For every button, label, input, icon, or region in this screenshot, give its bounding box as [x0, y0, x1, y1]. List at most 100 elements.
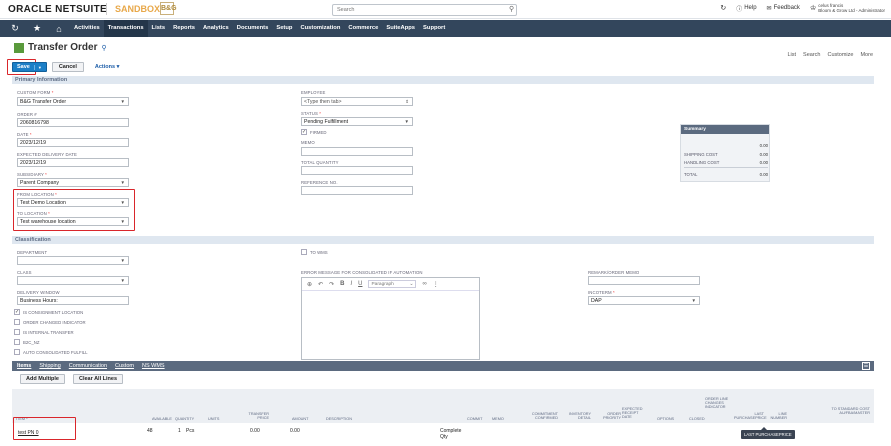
global-search-input[interactable]	[332, 4, 517, 16]
col-memo[interactable]: MEMO	[492, 417, 504, 421]
col-description[interactable]: DESCRIPTION	[326, 417, 352, 421]
list-arrow-icon[interactable]: ⇕	[405, 99, 409, 105]
save-button[interactable]: Save ▼	[12, 62, 47, 72]
row-amount[interactable]: 0.00	[290, 428, 300, 434]
search-record-icon[interactable]: ⚲	[101, 44, 106, 52]
favorites-star-icon[interactable]: ★	[30, 23, 44, 34]
feedback-link[interactable]: ✉ Feedback	[767, 5, 800, 12]
tab-items[interactable]: Items	[17, 363, 31, 369]
netsuite-logo[interactable]: ORACLE NETSUITE	[8, 4, 107, 15]
col-transfer-price[interactable]: TRANSFER PRICE	[245, 412, 269, 420]
col-expected-receipt-date[interactable]: EXPECTED RECEIPT DATE	[622, 407, 644, 420]
col-quantity[interactable]: QUANTITY	[175, 417, 194, 421]
collapse-icon[interactable]: ☰	[862, 362, 870, 370]
incoterm-select[interactable]: DAP ▼	[588, 296, 700, 305]
col-order-priority[interactable]: ORDER PRIORITY	[597, 412, 621, 420]
col-order-line-changes[interactable]: ORDER LINE CHANGES INDICATOR	[705, 397, 729, 410]
to-location-select[interactable]: Test warehouse location ▼	[17, 217, 129, 226]
cancel-button[interactable]: Cancel	[51, 62, 84, 72]
col-commitment-confirmed[interactable]: COMMITMENT CONFIRMED	[522, 412, 558, 420]
row-transfer-price[interactable]: 0.00	[250, 428, 260, 434]
status-select[interactable]: Pending Fulfillment ▼	[301, 117, 413, 126]
add-multiple-button[interactable]: Add Multiple	[20, 374, 65, 384]
row-item[interactable]: test PN 0	[18, 430, 39, 436]
col-closed[interactable]: CLOSED	[689, 417, 705, 421]
format-icon[interactable]: ⊕	[307, 281, 312, 288]
customize-link[interactable]: Customize	[827, 52, 853, 58]
nav-suiteapps[interactable]: SuiteApps	[382, 20, 419, 37]
auto-consolidated-checkbox[interactable]	[14, 349, 20, 355]
row-commit[interactable]: Complete Qty	[440, 428, 462, 440]
nav-activities[interactable]: Activities	[70, 20, 104, 37]
col-inventory-detail[interactable]: INVENTORY DETAIL	[565, 412, 591, 420]
col-line-number[interactable]: LINE NUMBER	[767, 412, 787, 420]
department-select[interactable]: ▼	[17, 256, 129, 265]
nav-reports[interactable]: Reports	[169, 20, 199, 37]
underline-icon[interactable]: U	[358, 281, 362, 287]
nav-customization[interactable]: Customization	[296, 20, 344, 37]
tab-custom[interactable]: Custom	[115, 363, 134, 369]
from-location-select[interactable]: Test Demo Location ▼	[17, 198, 129, 207]
col-options[interactable]: OPTIONS	[657, 417, 674, 421]
internal-transfer-checkbox[interactable]	[14, 329, 20, 335]
total-quantity-input[interactable]	[301, 166, 413, 175]
redo-icon[interactable]: ↷	[329, 281, 334, 288]
expected-delivery-input[interactable]: 2023/12/19	[17, 158, 129, 167]
link-icon[interactable]: ∞	[422, 281, 426, 287]
user-menu[interactable]: ♔ celus francis Bloom & Grow Ltd - Admin…	[810, 3, 885, 13]
home-icon[interactable]: ⌂	[52, 24, 66, 34]
error-message-editor[interactable]: ⊕ ↶ ↷ B I U Paragraph ⌄ ∞ ⋮	[301, 277, 480, 360]
paragraph-select[interactable]: Paragraph ⌄	[368, 280, 417, 288]
col-last-purchaseprice[interactable]: LAST PURCHASEPRICE	[734, 412, 767, 420]
list-link[interactable]: List	[787, 52, 796, 58]
subsidiary-select[interactable]: Parent Company ▼	[17, 178, 129, 187]
nav-commerce[interactable]: Commerce	[344, 20, 382, 37]
remark-input[interactable]	[588, 276, 700, 285]
col-commit[interactable]: COMMIT	[467, 417, 482, 421]
memo-input[interactable]	[301, 147, 413, 156]
to-wms-checkbox[interactable]	[301, 249, 307, 255]
section-classification[interactable]: Classification	[12, 236, 874, 244]
section-primary-information[interactable]: Primary Information	[12, 76, 874, 84]
tab-ns-wms[interactable]: NS WMS	[142, 363, 165, 369]
actions-menu[interactable]: Actions ▾	[95, 64, 119, 70]
more-options-icon[interactable]: ⋮	[433, 281, 439, 288]
top-header: ORACLE NETSUITE SANDBOX B&G ⚲ ↻ ⓘHelp ✉F…	[0, 0, 891, 19]
chevron-down-icon[interactable]: ▼	[33, 64, 42, 70]
date-input[interactable]: 2023/12/19	[17, 138, 129, 147]
consignment-checkbox[interactable]: ✓	[14, 309, 20, 315]
clear-all-lines-button[interactable]: Clear All Lines	[73, 374, 124, 384]
more-link[interactable]: More	[860, 52, 873, 58]
bold-icon[interactable]: B	[340, 281, 344, 287]
nav-transactions[interactable]: Transactions	[103, 20, 148, 37]
tab-communication[interactable]: Communication	[69, 363, 107, 369]
col-units[interactable]: UNITS	[208, 417, 219, 421]
custom-form-select[interactable]: B&G Transfer Order ▼	[17, 97, 129, 106]
class-select[interactable]: ▼	[17, 276, 129, 285]
delivery-window-input[interactable]: Business Hours:	[17, 296, 129, 305]
b2c-nz-checkbox[interactable]	[14, 339, 20, 345]
recent-icon[interactable]: ↻	[8, 23, 22, 34]
help-link[interactable]: ⓘ Help	[736, 4, 756, 13]
employee-input[interactable]: <Type then tab> ⇕	[301, 97, 413, 106]
reference-no-input[interactable]	[301, 186, 413, 195]
row-units[interactable]: Pcs	[186, 428, 194, 434]
firmed-checkbox[interactable]: ✓	[301, 129, 307, 135]
tab-shipping[interactable]: Shipping	[39, 363, 60, 369]
undo-icon[interactable]: ↶	[318, 281, 323, 288]
nav-support[interactable]: Support	[419, 20, 449, 37]
nav-documents[interactable]: Documents	[233, 20, 273, 37]
col-amount[interactable]: AMOUNT	[292, 417, 308, 421]
search-link[interactable]: Search	[803, 52, 820, 58]
nav-lists[interactable]: Lists	[148, 20, 170, 37]
nav-setup[interactable]: Setup	[272, 20, 296, 37]
recent-records-icon[interactable]: ↻	[720, 4, 726, 12]
order-changed-checkbox[interactable]	[14, 319, 20, 325]
row-quantity[interactable]: 1	[178, 428, 181, 434]
nav-analytics[interactable]: Analytics	[199, 20, 233, 37]
search-icon[interactable]: ⚲	[509, 5, 514, 13]
col-available[interactable]: AVAILABLE	[152, 417, 172, 421]
col-to-standard-cost[interactable]: TO STANDARD COST AU/FBA/MASTER	[812, 407, 870, 415]
order-number-input[interactable]: 2060816798	[17, 118, 129, 127]
italic-icon[interactable]: I	[350, 281, 352, 287]
